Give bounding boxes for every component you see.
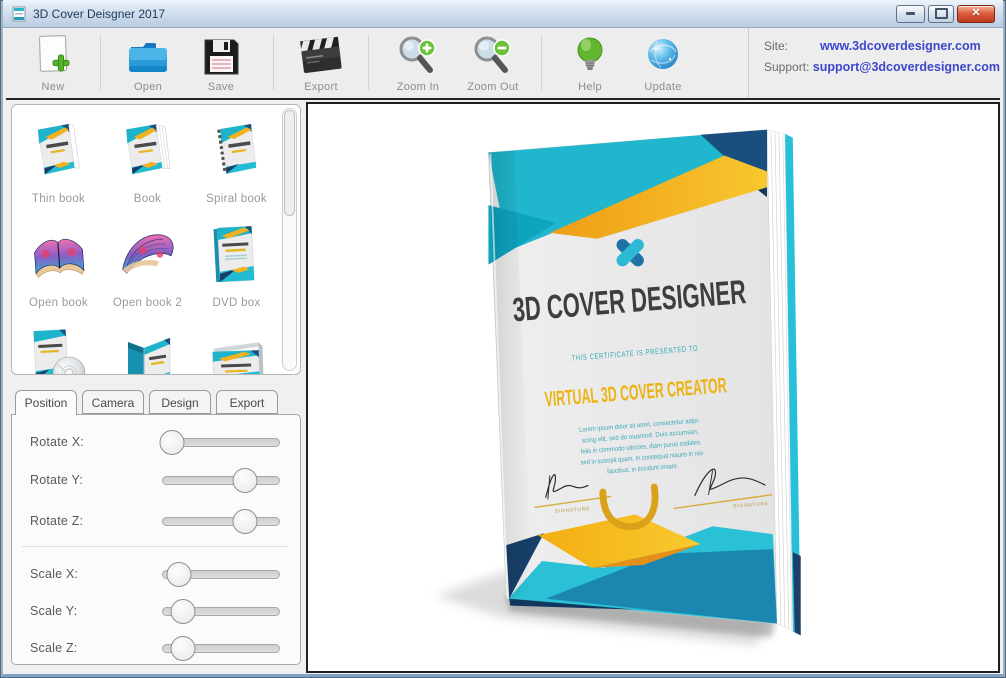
support-link[interactable]: support@3dcoverdesigner.com	[813, 60, 1000, 74]
app-window: 3D Cover Deisgner 2017 ✕ New	[0, 0, 1006, 678]
zoom-in-icon	[376, 32, 460, 79]
book-preview: 3D COVER DESIGNER THIS CERTIFICATE IS PR…	[308, 104, 998, 671]
scale-x-slider[interactable]	[162, 570, 280, 579]
template-label: DVD box	[192, 297, 281, 309]
new-button[interactable]: New	[11, 32, 95, 96]
update-button[interactable]: Update	[621, 32, 705, 96]
zoom-in-button[interactable]: Zoom In	[376, 32, 460, 96]
toolbar-separator	[273, 35, 274, 90]
dvd-box-thumbnail-icon	[192, 215, 281, 299]
rotate-x-label: Rotate X:	[30, 435, 84, 449]
template-item-dvd-box[interactable]: DVD box	[192, 215, 281, 319]
save-button[interactable]: Save	[179, 32, 263, 96]
minimize-button[interactable]	[896, 5, 925, 23]
template-scrollbar[interactable]	[282, 108, 297, 371]
slider-group-divider	[22, 546, 288, 547]
scale-z-row: Scale Z:	[12, 639, 300, 657]
rotate-y-label: Rotate Y:	[30, 473, 83, 487]
rotate-y-row: Rotate Y:	[12, 471, 300, 489]
template-label: Thin book	[14, 193, 103, 205]
scale-y-slider[interactable]	[162, 607, 280, 616]
scale-x-row: Scale X:	[12, 565, 300, 583]
tab-design[interactable]: Design	[149, 390, 211, 414]
template-item-flat-box[interactable]	[192, 319, 281, 375]
help-bulb-icon	[548, 32, 632, 79]
preview-canvas[interactable]: 3D COVER DESIGNER THIS CERTIFICATE IS PR…	[306, 102, 1000, 673]
template-panel: Thin book	[11, 104, 301, 375]
tab-position[interactable]: Position	[15, 390, 77, 415]
template-label: Book	[103, 193, 192, 205]
template-item-open-case[interactable]	[103, 319, 192, 375]
dvd-disc-thumbnail-icon	[14, 319, 103, 375]
rotate-x-slider[interactable]	[162, 438, 280, 447]
minimize-icon	[906, 12, 915, 15]
scrollbar-thumb[interactable]	[284, 110, 295, 216]
export-clapperboard-icon	[279, 32, 363, 79]
site-link[interactable]: www.3dcoverdesigner.com	[820, 39, 981, 53]
tab-export[interactable]: Export	[216, 390, 278, 414]
contact-info: Site: www.3dcoverdesigner.com Support: s…	[748, 28, 1000, 98]
toolbar: New Open	[6, 28, 1000, 100]
save-floppy-icon	[179, 32, 263, 79]
slider-handle[interactable]	[167, 562, 192, 587]
open-button[interactable]: Open	[106, 32, 190, 96]
scale-z-slider[interactable]	[162, 644, 280, 653]
slider-handle[interactable]	[160, 430, 185, 455]
main-area: Thin book	[6, 102, 1000, 674]
template-label: Open book	[14, 297, 103, 309]
toolbar-separator	[541, 35, 542, 90]
export-button[interactable]: Export	[279, 32, 363, 96]
tab-camera[interactable]: Camera	[82, 390, 144, 414]
open-folder-icon	[106, 32, 190, 79]
template-item-book[interactable]: Book	[103, 111, 192, 215]
scale-x-label: Scale X:	[30, 567, 78, 581]
toolbar-separator	[100, 35, 101, 90]
book-thumbnail-icon	[103, 111, 192, 195]
slider-handle[interactable]	[170, 599, 195, 624]
scale-y-row: Scale Y:	[12, 602, 300, 620]
scale-y-label: Scale Y:	[30, 604, 77, 618]
maximize-button[interactable]	[928, 5, 954, 23]
site-label: Site:	[764, 39, 820, 53]
book-front-cover	[488, 130, 776, 624]
scale-z-label: Scale Z:	[30, 641, 77, 655]
flat-box-thumbnail-icon	[192, 319, 281, 375]
rotate-x-row: Rotate X:	[12, 433, 300, 451]
open-book-2-thumbnail-icon	[103, 215, 192, 299]
rotate-z-slider[interactable]	[162, 517, 280, 526]
rotate-z-label: Rotate Z:	[30, 514, 83, 528]
slider-handle[interactable]	[233, 468, 258, 493]
template-item-thin-book[interactable]: Thin book	[14, 111, 103, 215]
position-panel: Rotate X: Rotate Y: Rotate Z: Scale X:	[11, 414, 301, 665]
new-document-icon	[11, 32, 95, 79]
template-item-dvd-disc[interactable]	[14, 319, 103, 375]
template-item-open-book-2[interactable]: Open book 2	[103, 215, 192, 319]
settings-tabs: Position Camera Design Export	[15, 390, 278, 415]
template-item-open-book[interactable]: Open book	[14, 215, 103, 319]
window-title: 3D Cover Deisgner 2017	[33, 7, 165, 21]
close-button[interactable]: ✕	[957, 5, 995, 23]
template-label: Open book 2	[103, 297, 192, 309]
support-label: Support:	[764, 60, 813, 74]
open-book-thumbnail-icon	[14, 215, 103, 299]
title-bar[interactable]: 3D Cover Deisgner 2017 ✕	[3, 0, 1003, 28]
template-label: Spiral book	[192, 193, 281, 205]
app-icon	[11, 6, 27, 22]
thin-book-thumbnail-icon	[14, 111, 103, 195]
close-icon: ✕	[971, 8, 980, 19]
rotate-y-slider[interactable]	[162, 476, 280, 485]
rotate-z-row: Rotate Z:	[12, 512, 300, 530]
toolbar-separator	[368, 35, 369, 90]
zoom-out-icon	[451, 32, 535, 79]
zoom-out-button[interactable]: Zoom Out	[451, 32, 535, 96]
spiral-book-thumbnail-icon	[192, 111, 281, 195]
slider-handle[interactable]	[233, 509, 258, 534]
template-item-spiral-book[interactable]: Spiral book	[192, 111, 281, 215]
help-button[interactable]: Help	[548, 32, 632, 96]
open-case-thumbnail-icon	[103, 319, 192, 375]
maximize-icon	[935, 8, 948, 19]
update-globe-icon	[621, 32, 705, 79]
slider-handle[interactable]	[170, 636, 195, 661]
